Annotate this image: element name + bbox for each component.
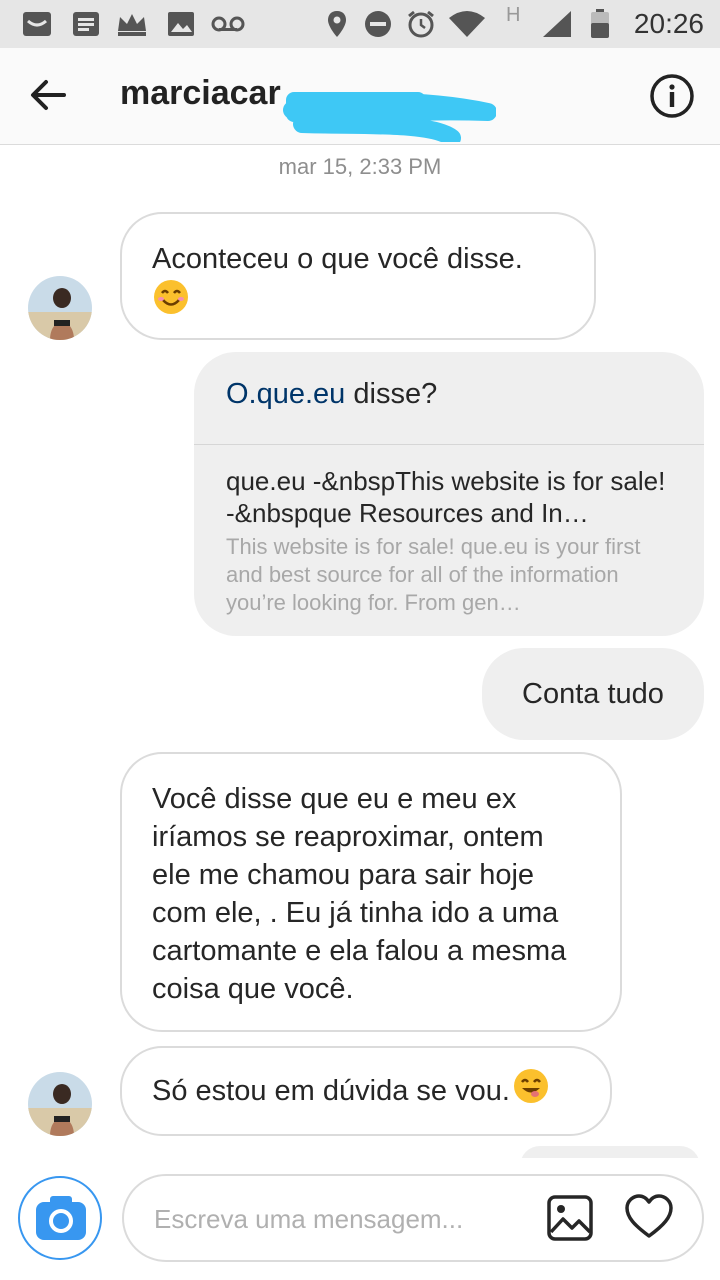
- message-link[interactable]: O.que.eu: [226, 378, 345, 410]
- location-icon: [324, 10, 350, 38]
- inbox-icon: [20, 10, 54, 38]
- message-bubble-received[interactable]: Você disse que eu e meu ex iríamos se re…: [120, 752, 622, 1032]
- do-not-disturb-icon: [362, 10, 394, 38]
- crown-icon: [114, 10, 150, 38]
- image-icon: [166, 10, 196, 38]
- message-text: Só estou em dúvida se vou.: [152, 1075, 510, 1107]
- battery-icon: [588, 9, 612, 38]
- heart-icon[interactable]: [624, 1194, 674, 1242]
- redaction-scribble: [282, 72, 497, 147]
- message-bubble-sent[interactable]: Conta tudo: [482, 648, 704, 740]
- signal-icon: [540, 10, 574, 38]
- camera-button[interactable]: [18, 1176, 102, 1260]
- gallery-icon[interactable]: [546, 1194, 594, 1242]
- contact-avatar[interactable]: [28, 1072, 92, 1136]
- network-type-label: H: [506, 4, 521, 26]
- message-bubble-received[interactable]: Aconteceu o que você disse.: [120, 212, 596, 340]
- message-text: disse?: [345, 378, 438, 410]
- message-input-container: [122, 1174, 704, 1262]
- link-preview-title[interactable]: que.eu -&nbspThis website is for sale! -…: [194, 445, 704, 529]
- contact-avatar[interactable]: [28, 276, 92, 340]
- arrow-left-icon[interactable]: [24, 70, 74, 120]
- smiling-face-icon: [152, 278, 190, 326]
- link-preview-description: This website is for sale! que.eu is your…: [226, 534, 641, 615]
- savoring-face-icon: [512, 1067, 550, 1115]
- alarm-icon: [404, 10, 438, 38]
- status-time: 20:26: [633, 8, 704, 39]
- message-bubble-received[interactable]: Só estou em dúvida se vou.: [120, 1046, 612, 1136]
- link-message-text: O.que.eu disse?: [194, 352, 704, 434]
- message-text: Você disse que eu e meu ex iríamos se re…: [152, 783, 567, 1005]
- camera-icon: [36, 1196, 86, 1245]
- contact-name[interactable]: marciacar: [120, 74, 281, 113]
- conversation-header: marciacar: [0, 48, 720, 147]
- message-input[interactable]: [152, 1196, 536, 1242]
- message-icon: [70, 10, 102, 38]
- voicemail-icon: [210, 10, 246, 38]
- message-bubble-sent-link[interactable]: O.que.eu disse? que.eu -&nbspThis websit…: [194, 352, 704, 636]
- message-text: Aconteceu o que você disse.: [152, 243, 523, 275]
- wifi-icon: [446, 10, 488, 38]
- status-bar: H 20:26: [0, 0, 720, 48]
- message-composer: [0, 1158, 720, 1280]
- info-icon[interactable]: [648, 72, 696, 120]
- message-timestamp: mar 15, 2:33 PM: [278, 154, 442, 179]
- message-text: Conta tudo: [522, 677, 664, 710]
